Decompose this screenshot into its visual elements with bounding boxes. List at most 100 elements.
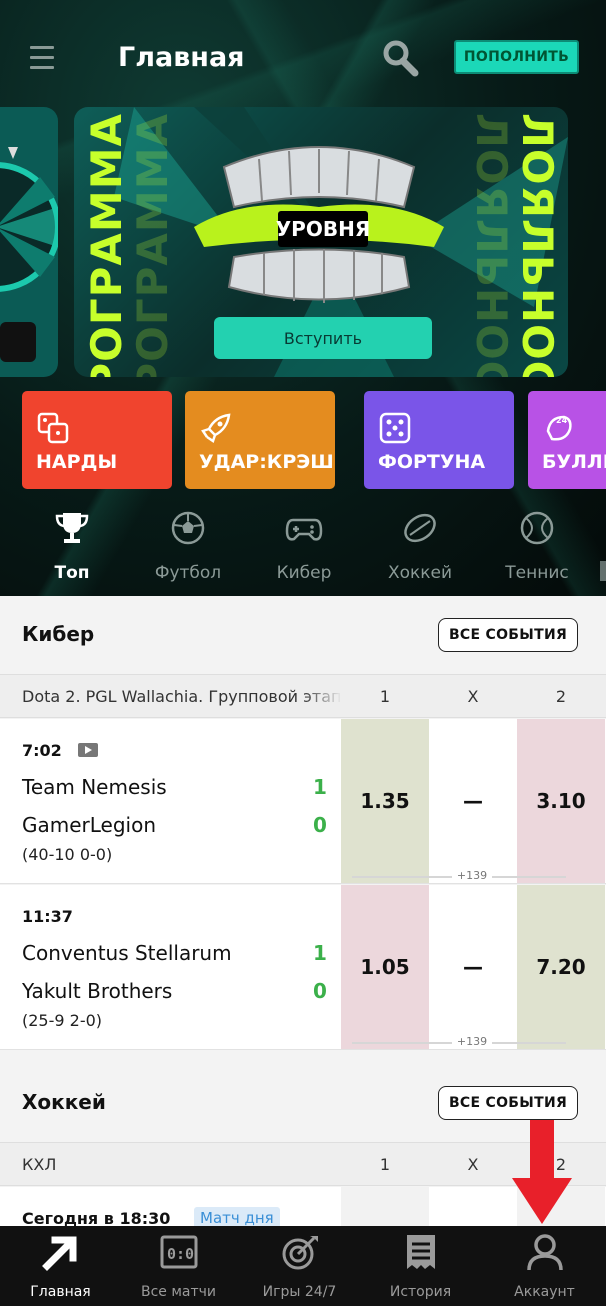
game-tile-fortuna[interactable]: ФОРТУНА xyxy=(364,391,514,489)
die-icon xyxy=(379,412,411,444)
odd-1[interactable]: 1.05 xyxy=(341,885,429,1049)
tab-football[interactable]: Футбол xyxy=(145,505,231,591)
home-arrow-icon xyxy=(41,1236,76,1271)
tab-label: Футбол xyxy=(154,563,222,583)
odd-x[interactable]: — xyxy=(429,885,517,1049)
svg-text:24: 24 xyxy=(556,416,568,425)
dice-pair-icon xyxy=(37,412,69,444)
gamepad-icon xyxy=(285,518,323,541)
nav-home[interactable]: Главная xyxy=(0,1226,121,1306)
banner-left-text-ghost: ПРОГРАММА xyxy=(128,113,177,377)
col-x: X xyxy=(467,687,479,706)
annotation-arrow-icon xyxy=(512,1120,572,1224)
section-header-cyber: Кибер ВСЕ СОБЫТИЯ xyxy=(0,596,606,676)
odd-1[interactable] xyxy=(341,1187,429,1226)
banner-right-text-ghost: ЛОЯЛЬНОСТИ xyxy=(467,113,516,377)
join-button[interactable]: Вступить xyxy=(214,317,432,359)
section-title: Хоккей xyxy=(22,1090,106,1114)
league-name: Dota 2. PGL Wallachia. Групповой этап xyxy=(22,687,342,706)
tab-label: Хоккей xyxy=(387,563,453,583)
tab-label: Теннис xyxy=(505,563,569,583)
more-markets[interactable]: +139 xyxy=(452,1035,492,1048)
topup-button[interactable]: ПОПОЛНИТЬ xyxy=(454,40,579,74)
nav-account[interactable]: Аккаунт xyxy=(484,1226,605,1306)
tab-top[interactable]: Топ xyxy=(36,505,108,591)
nav-all-matches[interactable]: 0:0 Все матчи xyxy=(118,1226,239,1306)
tennis-ball-icon xyxy=(520,511,554,545)
tab-tennis[interactable]: Теннис xyxy=(497,505,577,591)
tab-cyber[interactable]: Кибер xyxy=(266,505,342,591)
svg-text:0:0: 0:0 xyxy=(167,1245,194,1263)
match-detail: (25-9 2-0) xyxy=(22,1011,103,1030)
match-row[interactable]: 11:37 Conventus Stellarum 1 Yakult Broth… xyxy=(0,885,606,1050)
all-events-button[interactable]: ВСЕ СОБЫТИЯ xyxy=(438,618,578,652)
hockey-puck-icon xyxy=(404,513,436,543)
team-2: GamerLegion xyxy=(22,813,157,837)
nav-label: История xyxy=(389,1284,452,1300)
tab-hockey[interactable]: Хоккей xyxy=(380,505,460,591)
score-2: 0 xyxy=(313,813,327,837)
col-x: X xyxy=(467,1155,479,1174)
game-tile-nardy[interactable]: НАРДЫ xyxy=(22,391,172,489)
odd-2[interactable]: 3.10 xyxy=(517,719,605,883)
trophy-icon xyxy=(55,513,89,543)
banner-right-text: ЛОЯЛЬНОСТИ xyxy=(513,113,562,377)
match-time: Сегодня в 18:30 xyxy=(22,1209,171,1226)
team-1: Conventus Stellarum xyxy=(22,941,232,965)
league-name: КХЛ xyxy=(22,1155,342,1174)
game-tile-label: УДАР:КРЭШ xyxy=(199,451,334,473)
score-2: 0 xyxy=(313,979,327,1003)
match-time: 7:02 xyxy=(22,741,62,760)
col-1: 1 xyxy=(379,687,391,706)
sport-tabs: Топ Футбол Кибер Хоккей Теннис xyxy=(0,505,606,591)
score-1: 1 xyxy=(313,775,327,799)
bottom-nav: Главная 0:0 Все матчи Игры 24/7 История xyxy=(0,1226,606,1306)
match-of-day-badge: Матч дня xyxy=(194,1207,280,1226)
team-1: Team Nemesis xyxy=(22,775,167,799)
tab-label: Кибер xyxy=(276,563,332,583)
match-detail: (40-10 0-0) xyxy=(22,845,113,864)
nav-label: Все матчи xyxy=(140,1284,217,1300)
game-tile-label: БУЛЛИ xyxy=(542,451,606,473)
odd-2[interactable]: 7.20 xyxy=(517,885,605,1049)
loyalty-banner[interactable]: ПРОГРАММА ПРОГРАММА ЛОЯЛЬНОСТИ ЛОЯЛЬНОСТ… xyxy=(74,107,568,377)
match-row[interactable]: 7:02 Team Nemesis 1 GamerLegion 0 (40-10… xyxy=(0,719,606,884)
col-1: 1 xyxy=(379,1155,391,1174)
all-events-button[interactable]: ВСЕ СОБЫТИЯ xyxy=(438,1086,578,1120)
wheel-icon xyxy=(0,147,58,362)
league-row[interactable]: Dota 2. PGL Wallachia. Групповой этап 1 … xyxy=(0,674,606,718)
scoreboard-icon: 0:0 xyxy=(160,1235,197,1269)
more-markets[interactable]: +139 xyxy=(452,869,492,882)
game-tile-crash[interactable]: УДАР:КРЭШ xyxy=(185,391,335,489)
page-title: Главная xyxy=(118,42,245,73)
nav-label: Главная xyxy=(30,1284,91,1300)
col-2: 2 xyxy=(555,687,567,706)
tab-overflow-hint xyxy=(600,561,606,581)
top-area: Главная ПОПОЛНИТЬ ПРОГРАММА ПРОГРАММА ЛО… xyxy=(0,0,606,596)
user-icon xyxy=(526,1234,563,1271)
score-1: 1 xyxy=(313,941,327,965)
nav-games[interactable]: Игры 24/7 xyxy=(239,1226,360,1306)
receipt-icon xyxy=(406,1235,435,1269)
search-icon[interactable] xyxy=(380,38,420,78)
nav-history[interactable]: История xyxy=(360,1226,481,1306)
game-tiles: НАРДЫ УДАР:КРЭШ ФОРТУНА 24 БУЛЛ xyxy=(22,391,606,489)
section-title: Кибер xyxy=(22,622,95,646)
banner-prev[interactable] xyxy=(0,107,58,377)
game-tile-label: ФОРТУНА xyxy=(378,451,486,473)
live-video-icon xyxy=(78,743,98,757)
nav-label: Аккаунт xyxy=(514,1284,575,1300)
level-badge: УРОВНЯ xyxy=(276,211,370,247)
team-2: Yakult Brothers xyxy=(22,979,173,1003)
header: Главная ПОПОЛНИТЬ xyxy=(0,28,606,92)
game-tile-label: НАРДЫ xyxy=(36,451,118,473)
rocket-icon xyxy=(201,413,231,443)
bully-icon: 24 xyxy=(546,415,572,441)
match-time: 11:37 xyxy=(22,907,73,926)
tab-label: Топ xyxy=(54,563,90,583)
odd-x[interactable]: — xyxy=(429,719,517,883)
odd-1[interactable]: 1.35 xyxy=(341,719,429,883)
game-tile-bully[interactable]: 24 БУЛЛИ xyxy=(528,391,606,489)
menu-icon[interactable] xyxy=(30,46,54,70)
soccer-ball-icon xyxy=(171,511,205,545)
